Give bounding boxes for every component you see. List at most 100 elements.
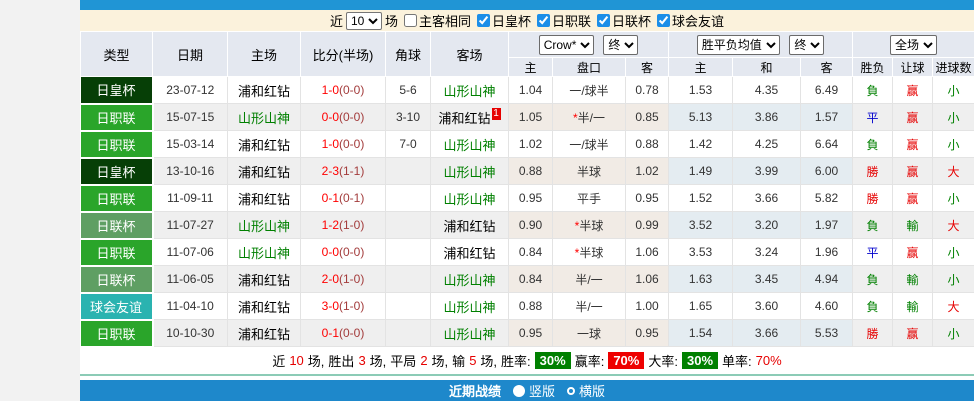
date-cell: 11-07-27 [153,212,228,239]
match-row: 日职联11-09-11浦和红钻0-1(0-1)山形山神0.95平手0.951.5… [81,185,974,212]
date-cell: 15-03-14 [153,131,228,158]
league-checkbox-0[interactable] [477,14,490,27]
scope-group: 全场 [853,32,974,58]
league-checkbox-2[interactable] [597,14,610,27]
score-cell: 0-0(0-0) [301,239,386,266]
win-rate-label: 胜率: [501,351,531,370]
mean-home-odds-cell: 1.65 [669,293,733,320]
score-cell: 0-0(0-0) [301,104,386,131]
goals-result-cell: 大 [933,158,974,185]
league-checkbox-3[interactable] [657,14,670,27]
summary-bar: 近 10 场, 胜出 3 场, 平局 2 场, 输 5 场, 胜率: 30% 赢… [80,348,974,374]
goals-result-cell: 小 [933,104,974,131]
corner-cell [386,158,431,185]
league-filter-option[interactable]: 日皇杯 [471,11,531,30]
away-team-cell: 浦和红钻 [431,212,509,239]
league-type-cell: 日职联 [81,104,153,131]
mean-draw-odds-cell: 3.45 [733,266,801,293]
corner-cell [386,185,431,212]
away-team-name: 山形山神 [443,273,495,288]
sub-col-header: 盘口 [553,58,626,77]
odds-company-select[interactable]: Crow* [539,35,594,55]
mean-home-odds-cell: 1.42 [669,131,733,158]
home-team-name: 浦和红钻 [238,300,290,315]
summary-win-label: 胜出 [328,351,354,370]
vertical-layout-radio[interactable] [513,385,525,397]
score-cell: 1-0(0-0) [301,131,386,158]
col-header-date: 日期 [153,32,228,77]
handicap-result-cell: 赢 [893,320,933,347]
summary-losses-count: 5 [469,353,476,368]
mean-stage-select[interactable]: 终 [789,35,824,55]
match-rows: 日皇杯23-07-12浦和红钻1-0(0-0)5-6山形山神1.04一/球半0.… [81,77,974,347]
footer-bar: 近期战绩 竖版 横版 [80,380,974,401]
summary-text: 场, [432,351,449,370]
match-row: 日联杯11-07-27山形山神1-2(1-0)浦和红钻0.90*半球0.993.… [81,212,974,239]
full-time-score: 0-1 [322,326,339,340]
summary-text: 场, [480,351,497,370]
league-type-badge: 日联杯 [81,213,152,238]
date-cell: 10-10-30 [153,320,228,347]
vertical-layout-label[interactable]: 竖版 [529,381,555,400]
ah-home-odds-cell: 1.05 [509,104,553,131]
away-team-cell: 山形山神 [431,293,509,320]
date-cell: 15-07-15 [153,104,228,131]
mean-home-odds-cell: 1.52 [669,185,733,212]
same-venue-label: 主客相同 [419,11,471,30]
league-type-cell: 日职联 [81,239,153,266]
league-type-badge: 日职联 [81,186,152,211]
mean-draw-odds-cell: 3.66 [733,320,801,347]
ah-away-odds-cell: 0.88 [626,131,669,158]
league-filter-option[interactable]: 球会友谊 [651,11,724,30]
league-checkbox-1[interactable] [537,14,550,27]
match-row: 日联杯11-06-05浦和红钻2-0(1-0)山形山神0.84半/一1.061.… [81,266,974,293]
ah-line-cell: 半球 [553,158,626,185]
corner-cell [386,212,431,239]
home-team-name: 浦和红钻 [238,192,290,207]
league-type-cell: 日职联 [81,320,153,347]
league-type-cell: 日联杯 [81,266,153,293]
ah-line-cell: 一/球半 [553,131,626,158]
mean-draw-odds-cell: 3.66 [733,185,801,212]
ah-away-odds-cell: 0.95 [626,320,669,347]
odds-stage-select[interactable]: 终 [603,35,638,55]
league-checkbox-label: 日联杯 [612,11,651,30]
full-time-score: 2-3 [322,164,339,178]
outcome-cell: 平 [853,239,893,266]
mean-odds-select[interactable]: 胜平负均值 [697,35,780,55]
same-venue-option[interactable]: 主客相同 [398,11,471,30]
half-time-score: (0-0) [339,326,364,340]
sub-col-header: 客 [626,58,669,77]
horizontal-layout-label[interactable]: 横版 [579,381,605,400]
league-checkbox-label: 球会友谊 [672,11,724,30]
sub-col-header: 进球数 [933,58,974,77]
away-team-cell: 山形山神 [431,131,509,158]
match-row: 日职联15-07-15山形山神0-0(0-0)3-10浦和红钻11.05*半/一… [81,104,974,131]
mean-draw-odds-cell: 4.25 [733,131,801,158]
top-bar [80,0,974,10]
handicap-result-cell: 赢 [893,131,933,158]
match-row: 日职联11-07-06山形山神0-0(0-0)浦和红钻0.84*半球1.063.… [81,239,974,266]
league-checkbox-label: 日皇杯 [492,11,531,30]
half-time-score: (0-0) [339,245,364,259]
league-filter-option[interactable]: 日联杯 [591,11,651,30]
date-cell: 11-04-10 [153,293,228,320]
horizontal-layout-radio[interactable] [567,387,575,395]
same-venue-checkbox[interactable] [404,14,417,27]
league-type-cell: 日联杯 [81,212,153,239]
recent-count-select[interactable]: 10 [346,12,382,30]
outcome-cell: 負 [853,266,893,293]
ah-line-cell: 一/球半 [553,77,626,104]
outcome-cell: 負 [853,212,893,239]
ah-home-odds-cell: 0.88 [509,158,553,185]
half-time-score: (1-0) [339,272,364,286]
scope-select[interactable]: 全场 [890,35,937,55]
league-filter-option[interactable]: 日职联 [531,11,591,30]
odds-win-rate-label: 赢率: [575,351,605,370]
col-header-score: 比分(半场) [301,32,386,77]
mean-home-odds-cell: 1.63 [669,266,733,293]
full-time-score: 3-0 [322,299,339,313]
home-team-cell: 山形山神 [228,239,301,266]
league-type-badge: 日职联 [81,321,152,346]
win-rate-badge: 30% [535,352,571,369]
